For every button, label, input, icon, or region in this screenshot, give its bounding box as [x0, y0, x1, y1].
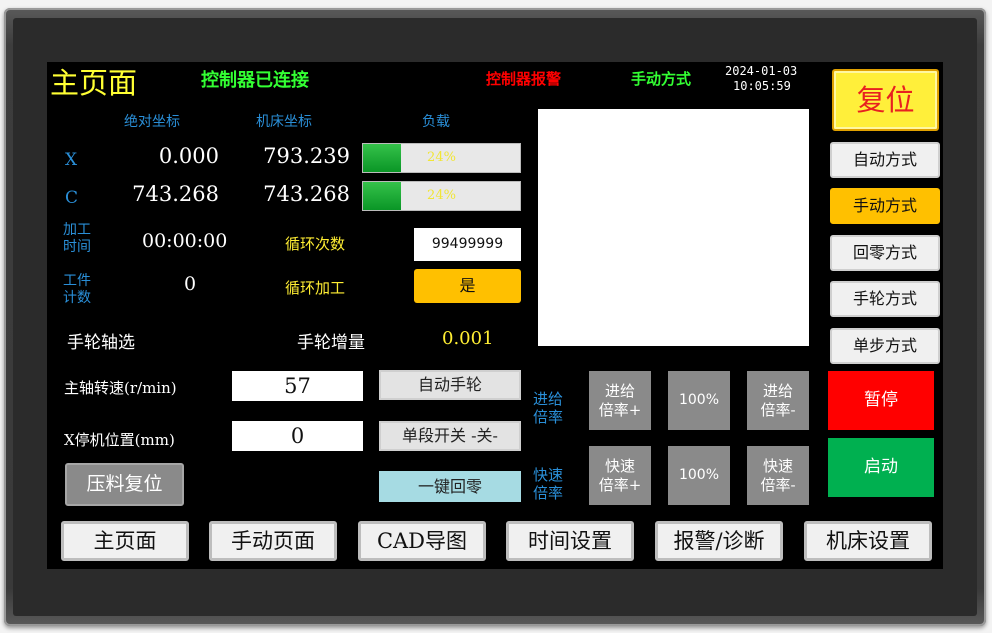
- cycle-proc-label: 循环加工: [285, 279, 346, 297]
- feed-override-label-2: 倍率: [533, 408, 564, 426]
- axis-c-abs: 743.268: [132, 182, 219, 206]
- rapid-minus-line-1: 快速: [762, 456, 793, 475]
- hmi-screen: 主页面 控制器已连接 控制器报警 手动方式 2024-01-03 10:05:5…: [47, 62, 943, 569]
- nav-machine-button[interactable]: 机床设置: [804, 521, 932, 561]
- part-count-label-1: 工件: [63, 273, 91, 289]
- feed-plus-line-2: 倍率+: [598, 400, 642, 419]
- rapid-plus-line-1: 快速: [604, 456, 635, 475]
- axis-x-machine: 793.239: [263, 144, 350, 168]
- feed-plus-line-1: 进给: [604, 381, 635, 400]
- cycle-count-label: 循环次数: [285, 235, 346, 253]
- nav-manual-button[interactable]: 手动页面: [209, 521, 337, 561]
- mode-handwheel-button[interactable]: 手轮方式: [830, 281, 940, 317]
- proc-time-value: 00:00:00: [142, 230, 228, 252]
- axis-x-abs: 0.000: [158, 144, 219, 168]
- feed-minus-button[interactable]: 进给 倍率-: [747, 371, 809, 430]
- single-block-button[interactable]: 单段开关 -关-: [379, 421, 521, 451]
- proc-time-label-2: 时间: [63, 239, 91, 255]
- axis-c-label: C: [65, 188, 79, 208]
- part-count-value: 0: [184, 273, 197, 295]
- pause-button[interactable]: 暂停: [828, 371, 934, 430]
- proc-time-label-1: 加工: [63, 222, 91, 238]
- one-key-home-button[interactable]: 一键回零: [379, 471, 521, 502]
- nav-main-button[interactable]: 主页面: [61, 521, 189, 561]
- mode-single-button[interactable]: 单步方式: [830, 328, 940, 364]
- cycle-count-input[interactable]: 99499999: [414, 228, 521, 261]
- nav-cad-button[interactable]: CAD导图: [358, 521, 486, 561]
- start-button[interactable]: 启动: [828, 438, 934, 497]
- date-display: 2024-01-03: [725, 64, 798, 78]
- feed-minus-line-1: 进给: [762, 381, 793, 400]
- spindle-speed-input[interactable]: 57: [232, 371, 363, 401]
- rapid-override-label-1: 快速: [533, 466, 564, 484]
- x-stop-label: X停机位置(mm): [64, 431, 175, 449]
- col-machine-header: 机床坐标: [256, 114, 312, 130]
- press-reset-button[interactable]: 压料复位: [65, 463, 184, 506]
- handwheel-increment-label: 手轮增量: [297, 333, 365, 353]
- mode-manual-button[interactable]: 手动方式: [830, 188, 940, 224]
- feed-minus-line-2: 倍率-: [760, 400, 796, 419]
- feed-plus-button[interactable]: 进给 倍率+: [589, 371, 651, 430]
- x-stop-input[interactable]: 0: [232, 421, 363, 451]
- auto-handwheel-button[interactable]: 自动手轮: [379, 370, 521, 400]
- rapid-override-label-2: 倍率: [533, 484, 564, 502]
- part-count-label-2: 计数: [63, 290, 91, 306]
- axis-x-label: X: [65, 150, 78, 170]
- axis-x-load-bar: 24%: [362, 143, 521, 173]
- col-abs-header: 绝对坐标: [124, 114, 180, 130]
- rapid-minus-line-2: 倍率-: [760, 475, 796, 494]
- status-connected: 控制器已连接: [201, 70, 309, 91]
- status-alarm: 控制器报警: [486, 70, 562, 88]
- rapid-override-value: 100%: [668, 446, 730, 505]
- nav-alarm-button[interactable]: 报警/诊断: [655, 521, 783, 561]
- cycle-proc-toggle[interactable]: 是: [414, 269, 521, 303]
- status-mode: 手动方式: [631, 70, 692, 88]
- rapid-plus-line-2: 倍率+: [598, 475, 642, 494]
- handwheel-increment-value[interactable]: 0.001: [442, 328, 494, 349]
- time-display: 10:05:59: [733, 79, 791, 93]
- page-title: 主页面: [50, 66, 138, 100]
- rapid-plus-button[interactable]: 快速 倍率+: [589, 446, 651, 505]
- camera-view: [538, 109, 809, 346]
- feed-override-label-1: 进给: [533, 390, 564, 408]
- mode-home-button[interactable]: 回零方式: [830, 235, 940, 271]
- col-load-header: 负载: [422, 114, 450, 130]
- axis-c-load-bar: 24%: [362, 181, 521, 211]
- feed-override-value: 100%: [668, 371, 730, 430]
- handwheel-axis-label[interactable]: 手轮轴选: [67, 328, 135, 353]
- axis-c-machine: 743.268: [263, 182, 350, 206]
- rapid-minus-button[interactable]: 快速 倍率-: [747, 446, 809, 505]
- mode-auto-button[interactable]: 自动方式: [830, 142, 940, 178]
- spindle-speed-label: 主轴转速(r/min): [64, 379, 177, 397]
- reset-button[interactable]: 复位: [832, 69, 939, 131]
- axis-x-load-label: 24%: [427, 150, 456, 165]
- axis-c-load-label: 24%: [427, 188, 456, 203]
- nav-time-button[interactable]: 时间设置: [506, 521, 634, 561]
